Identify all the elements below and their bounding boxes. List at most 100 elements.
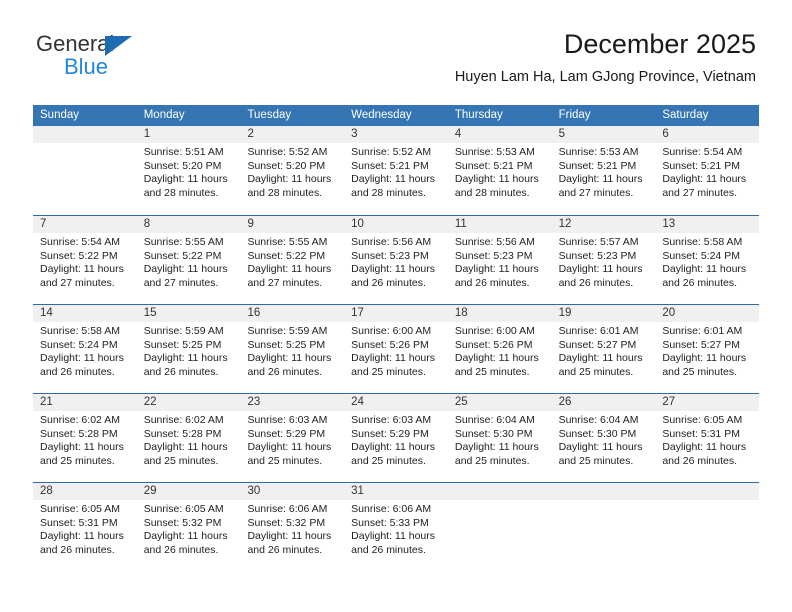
day-cell-4[interactable]: Sunrise: 5:53 AM Sunset: 5:21 PM Daylight:… — [448, 143, 552, 200]
title-block: December 2025 Huyen Lam Ha, Lam GJong Pr… — [455, 28, 756, 86]
day-cell-5[interactable]: Sunrise: 5:53 AM Sunset: 5:21 PM Daylight:… — [552, 143, 656, 200]
day-number-9[interactable]: 9 — [240, 216, 344, 233]
day-info-line: Sunset: 5:32 PM — [247, 516, 326, 529]
day-info-line: Sunset: 5:23 PM — [351, 249, 429, 262]
day-cell-19[interactable]: Sunrise: 6:01 AM Sunset: 5:27 PM Daylight:… — [552, 322, 656, 379]
day-info-line: and 25 minutes. — [454, 454, 530, 467]
day-cell-12[interactable]: Sunrise: 5:57 AM Sunset: 5:23 PM Daylight:… — [552, 233, 656, 290]
day-cell-28[interactable]: Sunrise: 6:05 AM Sunset: 5:31 PM Daylight:… — [33, 500, 137, 557]
day-number-31[interactable]: 31 — [344, 483, 448, 500]
day-number-4[interactable]: 4 — [448, 126, 552, 143]
day-cell-2[interactable]: Sunrise: 5:52 AM Sunset: 5:20 PM Daylight:… — [240, 143, 344, 200]
day-cell-22[interactable]: Sunrise: 6:02 AM Sunset: 5:28 PM Daylight:… — [137, 411, 241, 468]
day-info-line: Daylight: 11 hours — [40, 441, 124, 454]
day-cell-17[interactable]: Sunrise: 6:00 AM Sunset: 5:26 PM Daylight:… — [344, 322, 448, 379]
day-number-6[interactable]: 6 — [655, 126, 759, 143]
day-number-25[interactable]: 25 — [448, 394, 552, 411]
day-info-line: Daylight: 11 hours — [247, 352, 332, 365]
day-number-18[interactable]: 18 — [448, 305, 552, 322]
day-info-line: Sunrise: 6:05 AM — [40, 503, 120, 515]
day-cell-10[interactable]: Sunrise: 5:56 AM Sunset: 5:23 PM Daylight:… — [344, 233, 448, 290]
day-cell-14[interactable]: Sunrise: 5:58 AM Sunset: 5:24 PM Daylight:… — [33, 322, 137, 379]
day-info-line: and 26 minutes. — [558, 276, 634, 289]
day-info-line: and 28 minutes. — [454, 186, 530, 199]
calendar-grid: Sunday Monday Tuesday Wednesday Thursday Frid… — [33, 105, 759, 571]
day-info-line: Daylight: 11 hours — [143, 530, 228, 543]
day-info-line: Sunset: 5:23 PM — [558, 249, 637, 262]
day-number-21[interactable]: 21 — [33, 394, 137, 411]
day-number-27[interactable]: 27 — [655, 394, 759, 411]
day-detail-band: Sunrise: 6:02 AM Sunset: 5:28 PM Daylight:… — [33, 411, 759, 469]
day-info-line: and 25 minutes. — [558, 454, 634, 467]
day-cell-1[interactable]: Sunrise: 5:51 AM Sunset: 5:20 PM Daylight:… — [137, 143, 241, 200]
day-cell-11[interactable]: Sunrise: 5:56 AM Sunset: 5:23 PM Daylight:… — [448, 233, 552, 290]
day-cell-29[interactable]: Sunrise: 6:05 AM Sunset: 5:32 PM Daylight:… — [137, 500, 241, 557]
day-info-line: Daylight: 11 hours — [454, 263, 539, 276]
day-info-line: Sunset: 5:27 PM — [558, 338, 637, 351]
day-number-13[interactable]: 13 — [655, 216, 759, 233]
day-info-line: Sunset: 5:22 PM — [247, 249, 326, 262]
day-info-line: Sunrise: 6:02 AM — [40, 414, 120, 426]
day-cell-8[interactable]: Sunrise: 5:55 AM Sunset: 5:22 PM Daylight:… — [137, 233, 241, 290]
day-cell-21[interactable]: Sunrise: 6:02 AM Sunset: 5:28 PM Daylight:… — [33, 411, 137, 468]
day-info-line: Sunrise: 5:59 AM — [247, 325, 328, 337]
day-info-line: Sunset: 5:31 PM — [40, 516, 118, 529]
day-number-30[interactable]: 30 — [240, 483, 344, 500]
day-cell-23[interactable]: Sunrise: 6:03 AM Sunset: 5:29 PM Daylight:… — [240, 411, 344, 468]
day-info-line: and 26 minutes. — [247, 543, 323, 556]
day-info-line: Daylight: 11 hours — [558, 173, 643, 186]
day-number-28[interactable]: 28 — [33, 483, 137, 500]
day-cell-13[interactable]: Sunrise: 5:58 AM Sunset: 5:24 PM Daylight:… — [655, 233, 759, 290]
day-cell-30[interactable]: Sunrise: 6:06 AM Sunset: 5:32 PM Daylight:… — [240, 500, 344, 557]
day-cell-16[interactable]: Sunrise: 5:59 AM Sunset: 5:25 PM Daylight:… — [240, 322, 344, 379]
day-number-24[interactable]: 24 — [344, 394, 448, 411]
day-number-22[interactable]: 22 — [137, 394, 241, 411]
day-info-line: and 27 minutes. — [143, 276, 219, 289]
logo-text-blue: Blue — [64, 54, 109, 79]
day-cell-7[interactable]: Sunrise: 5:54 AM Sunset: 5:22 PM Daylight:… — [33, 233, 137, 290]
day-info-line: Sunrise: 5:58 AM — [662, 236, 743, 248]
day-number-12[interactable]: 12 — [552, 216, 656, 233]
day-number-26[interactable]: 26 — [552, 394, 656, 411]
day-number-7[interactable]: 7 — [33, 216, 137, 233]
day-number-empty — [33, 126, 137, 143]
day-cell-24[interactable]: Sunrise: 6:03 AM Sunset: 5:29 PM Daylight:… — [344, 411, 448, 468]
day-info-line: Daylight: 11 hours — [558, 263, 643, 276]
day-cell-3[interactable]: Sunrise: 5:52 AM Sunset: 5:21 PM Daylight:… — [344, 143, 448, 200]
day-info-line: Sunset: 5:21 PM — [662, 159, 740, 172]
day-cell-20[interactable]: Sunrise: 6:01 AM Sunset: 5:27 PM Daylight:… — [655, 322, 759, 379]
day-number-3[interactable]: 3 — [344, 126, 448, 143]
day-cell-18[interactable]: Sunrise: 6:00 AM Sunset: 5:26 PM Daylight:… — [448, 322, 552, 379]
day-number-19[interactable]: 19 — [552, 305, 656, 322]
day-info-line: Sunrise: 6:04 AM — [558, 414, 639, 426]
day-cell-6[interactable]: Sunrise: 5:54 AM Sunset: 5:21 PM Daylight:… — [655, 143, 759, 200]
day-number-29[interactable]: 29 — [137, 483, 241, 500]
day-detail-band: Sunrise: 6:05 AM Sunset: 5:31 PM Daylight:… — [33, 500, 759, 558]
day-number-8[interactable]: 8 — [137, 216, 241, 233]
day-number-17[interactable]: 17 — [344, 305, 448, 322]
day-number-16[interactable]: 16 — [240, 305, 344, 322]
day-cell-26[interactable]: Sunrise: 6:04 AM Sunset: 5:30 PM Daylight:… — [552, 411, 656, 468]
day-number-5[interactable]: 5 — [552, 126, 656, 143]
day-cell-15[interactable]: Sunrise: 5:59 AM Sunset: 5:25 PM Daylight:… — [137, 322, 241, 379]
triangle-icon — [105, 36, 132, 56]
day-number-15[interactable]: 15 — [137, 305, 241, 322]
day-info-line: Sunrise: 5:54 AM — [40, 236, 120, 248]
day-cell-27[interactable]: Sunrise: 6:05 AM Sunset: 5:31 PM Daylight:… — [655, 411, 759, 468]
day-number-14[interactable]: 14 — [33, 305, 137, 322]
general-blue-logo[interactable]: General Blue — [36, 32, 206, 84]
day-info-line: Sunset: 5:21 PM — [351, 159, 429, 172]
day-number-20[interactable]: 20 — [655, 305, 759, 322]
day-cell-9[interactable]: Sunrise: 5:55 AM Sunset: 5:22 PM Daylight:… — [240, 233, 344, 290]
day-info-line: Sunset: 5:26 PM — [454, 338, 533, 351]
day-number-11[interactable]: 11 — [448, 216, 552, 233]
day-cell-25[interactable]: Sunrise: 6:04 AM Sunset: 5:30 PM Daylight:… — [448, 411, 552, 468]
day-number-10[interactable]: 10 — [344, 216, 448, 233]
day-number-23[interactable]: 23 — [240, 394, 344, 411]
day-info-line: and 25 minutes. — [247, 454, 323, 467]
day-number-1[interactable]: 1 — [137, 126, 241, 143]
day-info-line: Sunrise: 6:04 AM — [454, 414, 535, 426]
day-number-2[interactable]: 2 — [240, 126, 344, 143]
day-number-empty — [448, 483, 552, 500]
day-cell-31[interactable]: Sunrise: 6:06 AM Sunset: 5:33 PM Daylight:… — [344, 500, 448, 557]
